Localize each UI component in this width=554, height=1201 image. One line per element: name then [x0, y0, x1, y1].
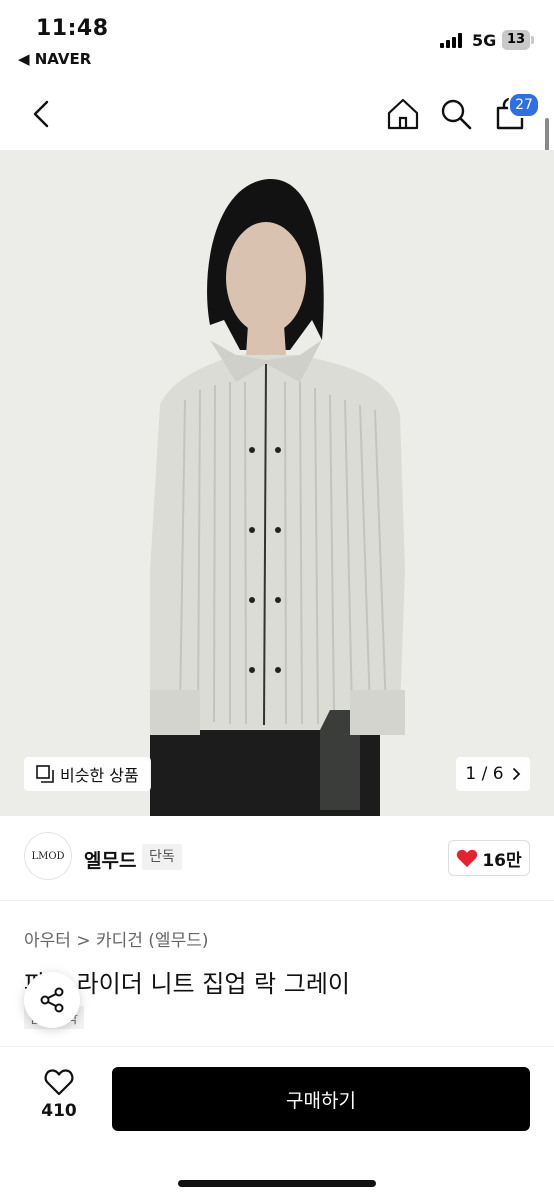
top-nav	[0, 80, 554, 150]
pager-label: 1 / 6	[465, 764, 504, 784]
brand-name[interactable]: 엘무드	[84, 846, 136, 873]
brand-like-count: 16만	[482, 850, 522, 871]
back-to-app-link[interactable]: ◀ NAVER	[18, 50, 91, 68]
chevron-right-icon	[512, 767, 520, 781]
brand-row: LMOD 엘무드 단독 16만	[0, 816, 554, 901]
brand-like-button[interactable]: 16만	[448, 840, 530, 876]
cart-count-badge: 27	[508, 92, 540, 118]
status-time: 11:48	[36, 16, 109, 41]
image-pager[interactable]: 1 / 6	[456, 757, 530, 791]
similar-products-label: 비슷한 상품	[60, 766, 139, 785]
heart-filled-icon	[457, 849, 478, 868]
brand-logo[interactable]: LMOD	[24, 832, 72, 880]
wishlist-button[interactable]: 410	[30, 1068, 88, 1121]
signal-icon	[440, 32, 466, 48]
share-button[interactable]	[24, 972, 80, 1028]
share-icon	[40, 987, 64, 1013]
home-indicator	[178, 1180, 376, 1187]
home-icon[interactable]	[381, 92, 425, 136]
model-photo	[0, 150, 554, 816]
buy-button[interactable]: 구매하기	[112, 1067, 530, 1131]
copy-icon	[36, 765, 54, 783]
status-bar: 11:48 ◀ NAVER 5G 13	[0, 0, 554, 80]
search-icon[interactable]	[434, 92, 478, 136]
battery-tip	[531, 36, 534, 44]
back-icon[interactable]	[20, 92, 64, 136]
category-breadcrumb[interactable]: 아우터 > 카디건 (엘무드)	[24, 926, 208, 951]
heart-outline-icon	[44, 1069, 74, 1096]
product-image[interactable]	[0, 150, 554, 816]
network-label: 5G	[472, 31, 497, 50]
wishlist-count: 410	[41, 1101, 77, 1121]
battery-icon: 13	[502, 30, 530, 50]
similar-products-button[interactable]: 비슷한 상품	[24, 757, 151, 791]
exclusive-tag: 단독	[142, 844, 182, 870]
